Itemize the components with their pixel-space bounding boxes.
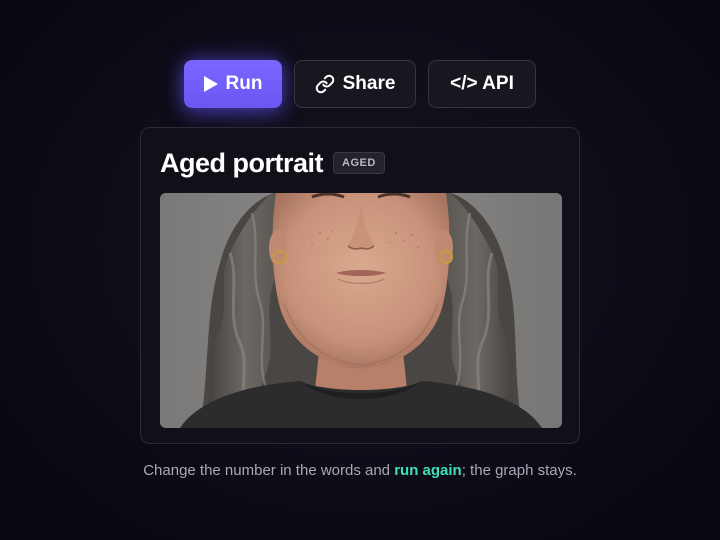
toolbar: Run Share </> API (0, 60, 720, 109)
link-icon (315, 74, 335, 94)
result-card: Aged portrait AGED (140, 127, 580, 444)
share-button[interactable]: Share (294, 60, 416, 108)
share-button-label: Share (342, 73, 396, 94)
api-button[interactable]: </> API (428, 60, 536, 108)
card-header: Aged portrait AGED (160, 145, 385, 181)
api-button-label: </> API (450, 73, 514, 94)
caption-text-after: ; the graph stays. (461, 462, 577, 479)
caption: Change the number in the words and run a… (0, 462, 720, 479)
status-badge: AGED (333, 152, 385, 174)
card-title: Aged portrait (160, 147, 324, 178)
caption-text-before: Change the number in the words and (143, 462, 395, 479)
portrait-image (160, 193, 562, 428)
run-button-label: Run (225, 73, 263, 94)
run-button[interactable]: Run (184, 60, 282, 108)
play-icon (203, 76, 218, 92)
run-again-highlight: run again (394, 462, 462, 479)
